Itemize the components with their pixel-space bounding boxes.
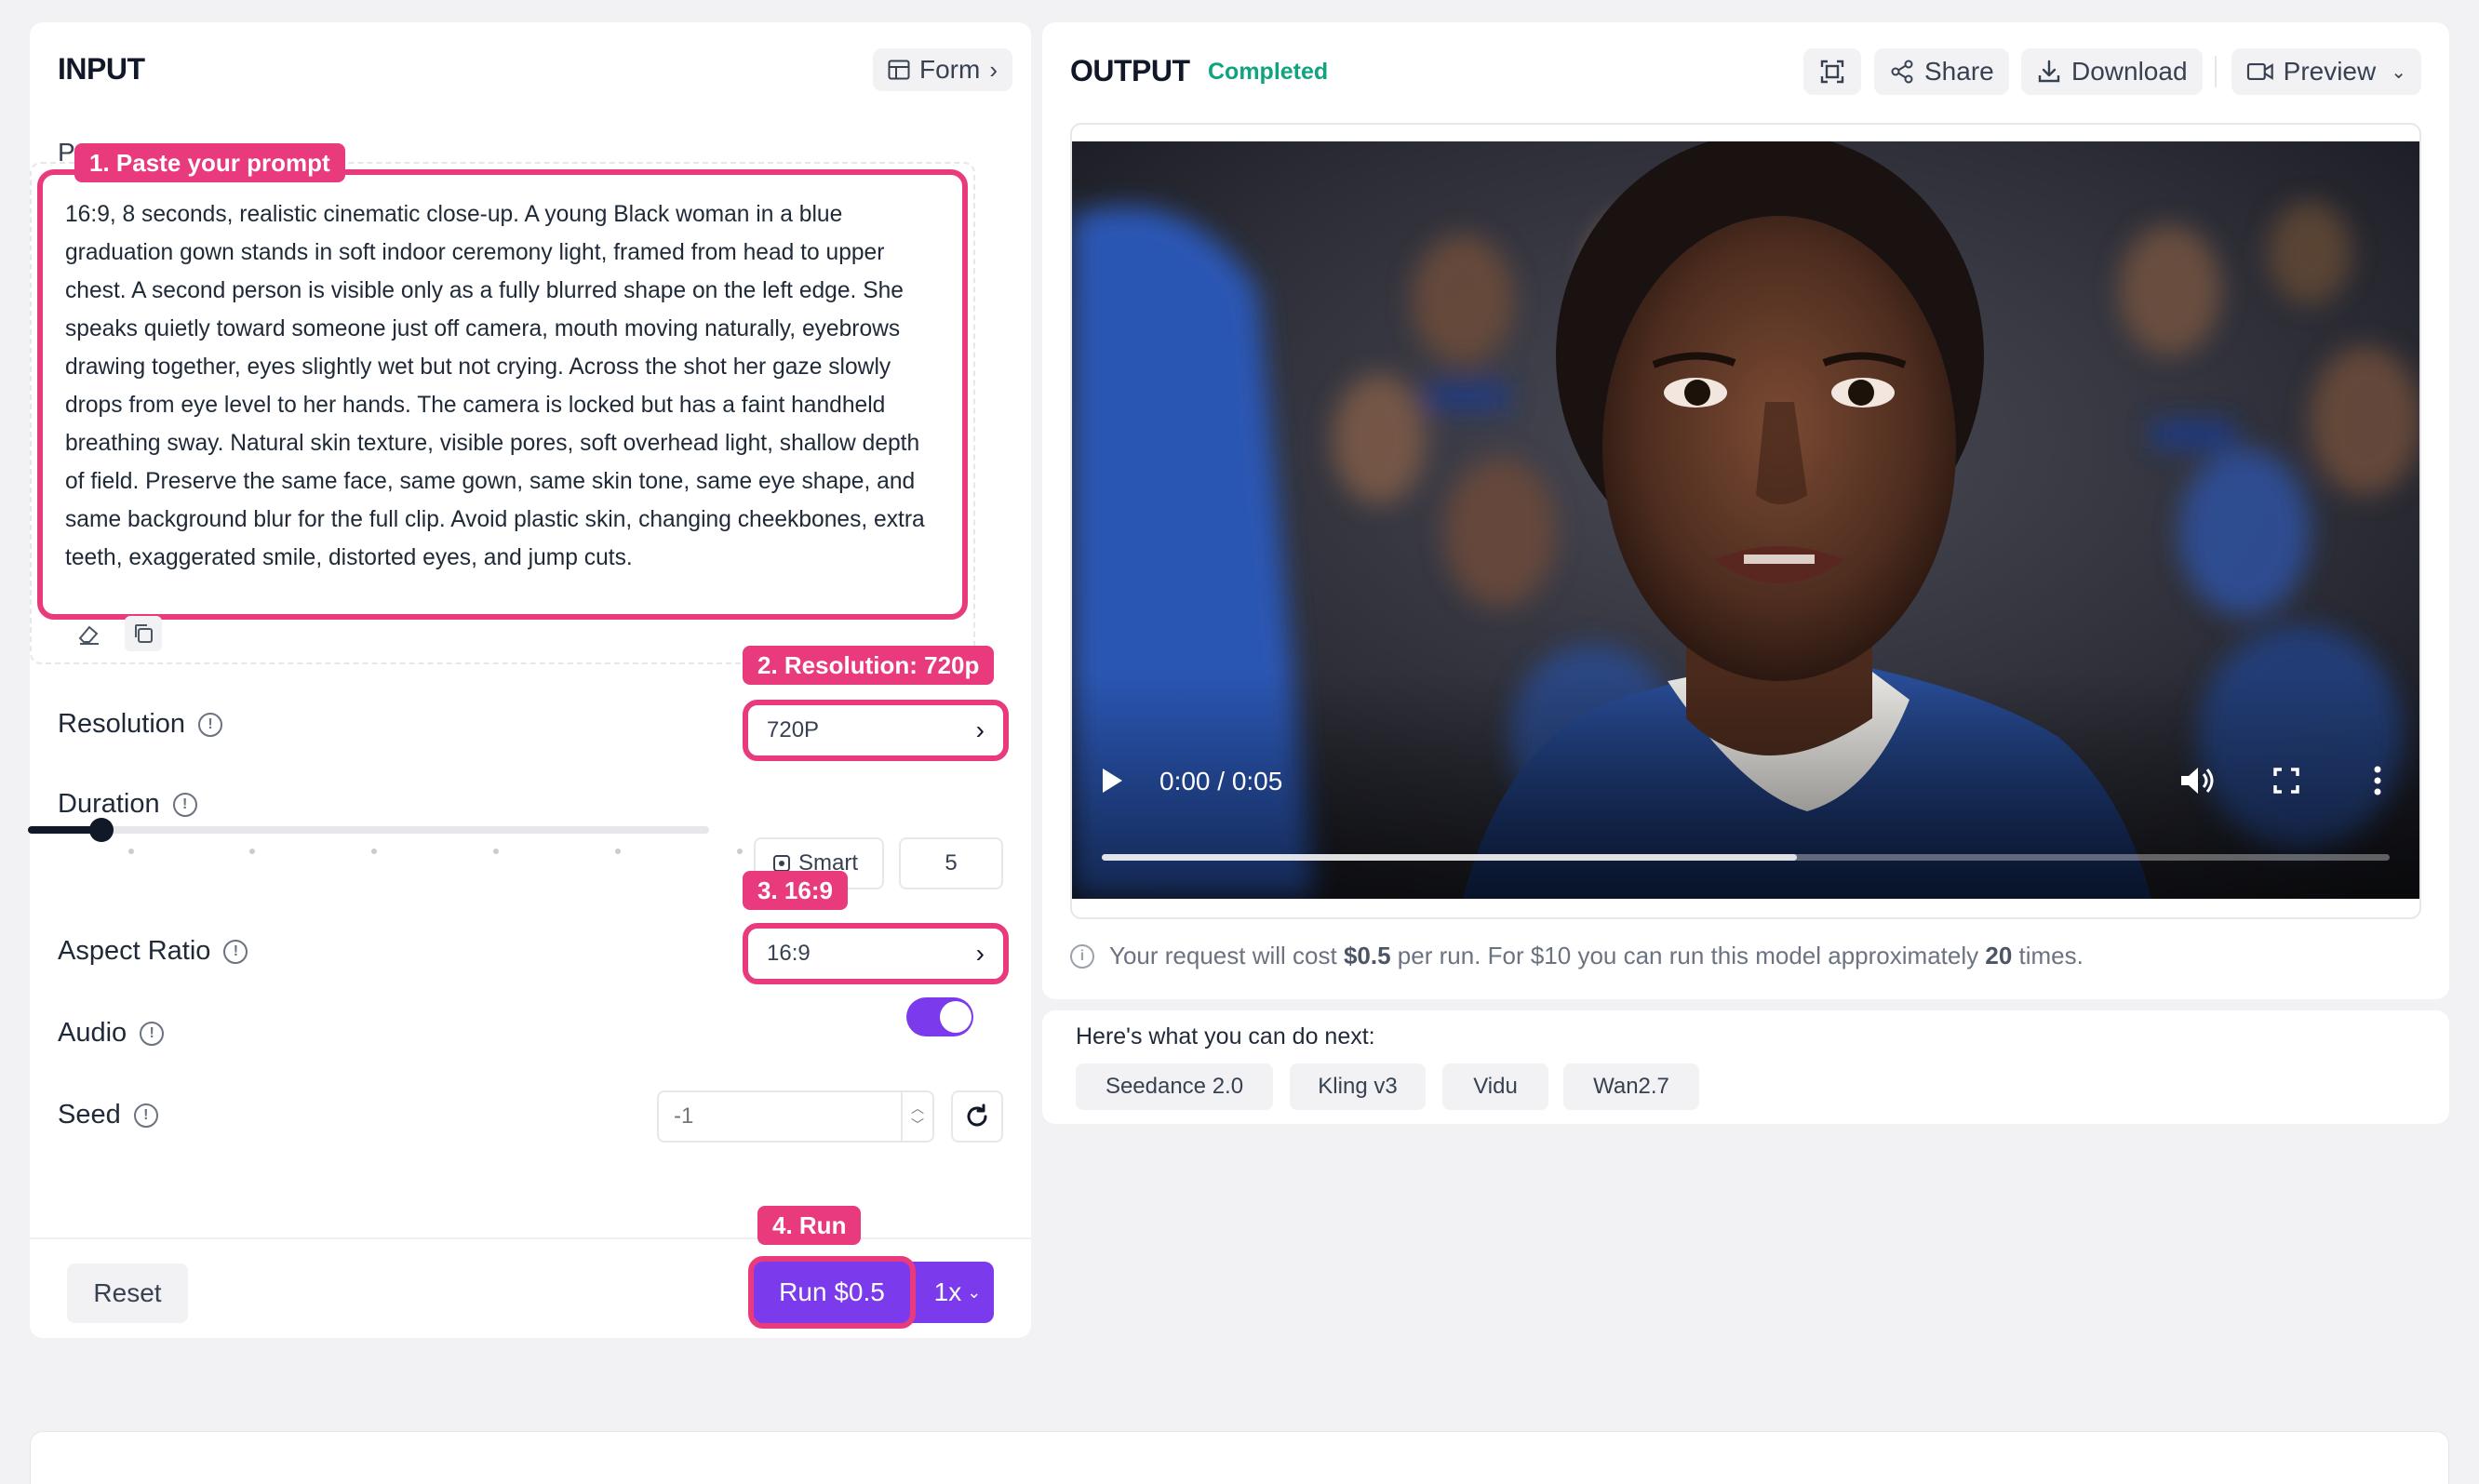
info-icon: ! <box>140 1021 165 1046</box>
duration-label: Duration ! <box>58 789 197 820</box>
info-icon: ! <box>172 792 197 817</box>
share-label: Share <box>1924 57 1994 86</box>
status-badge: Completed <box>1208 59 1329 85</box>
seed-stepper[interactable]: ︿ ﹀ <box>901 1090 934 1143</box>
toolbar-divider <box>2215 56 2217 87</box>
bottom-panel <box>30 1431 2449 1484</box>
refresh-icon <box>967 1103 987 1127</box>
multiplier-value: 1x <box>933 1277 962 1306</box>
info-icon: ! <box>133 1103 158 1128</box>
table-icon <box>888 60 910 80</box>
audio-label-text: Audio <box>58 1018 127 1048</box>
slider-tick <box>128 849 134 854</box>
form-view-label: Form <box>919 55 981 84</box>
video-progress-fill <box>1102 854 1797 861</box>
preview-dropdown[interactable]: Preview ⌄ <box>2231 48 2421 95</box>
chevron-down-icon: ⌄ <box>967 1282 982 1302</box>
download-button[interactable]: Download <box>2021 48 2203 95</box>
smart-icon <box>773 855 790 872</box>
output-title: OUTPUT <box>1070 54 1190 87</box>
suggestion-chip-kling[interactable]: Kling v3 <box>1290 1063 1426 1110</box>
chevron-down-icon: ⌄ <box>2391 61 2406 83</box>
annotation-step-1: 1. Paste your prompt <box>74 143 345 182</box>
seed-label-text: Seed <box>58 1100 121 1130</box>
cost-runs: 20 <box>1985 942 2013 969</box>
duration-label-text: Duration <box>58 789 160 819</box>
cost-info: i Your request will cost $0.5 per run. F… <box>1070 942 2084 970</box>
resolution-label-text: Resolution <box>58 709 186 739</box>
more-options-icon[interactable] <box>2373 765 2382 796</box>
download-label: Download <box>2071 57 2188 86</box>
random-seed-button[interactable] <box>951 1090 1003 1143</box>
slider-tick <box>371 849 377 854</box>
expand-icon <box>1820 60 1844 84</box>
prompt-text: 16:9, 8 seconds, realistic cinematic clo… <box>65 202 925 570</box>
duration-slider-handle[interactable] <box>89 818 114 842</box>
cost-mid: per run. For $10 you can run this model … <box>1397 942 1979 969</box>
info-icon: ! <box>223 939 248 964</box>
audio-toggle-knob <box>940 1001 972 1033</box>
duration-value: 5 <box>945 850 958 876</box>
volume-icon[interactable] <box>2179 765 2217 796</box>
slider-tick <box>737 849 743 854</box>
slider-tick <box>493 849 499 854</box>
info-icon: i <box>1070 943 1094 969</box>
share-icon <box>1891 60 1913 84</box>
chevron-right-icon: › <box>975 939 985 968</box>
aspect-ratio-label-text: Aspect Ratio <box>58 936 211 966</box>
next-steps-heading: Here's what you can do next: <box>1076 1023 1375 1049</box>
share-button[interactable]: Share <box>1874 48 2009 95</box>
cost-suffix: times. <box>2018 942 2084 969</box>
resolution-select[interactable]: 720P › <box>743 700 1009 761</box>
duration-input[interactable]: 5 <box>899 837 1003 889</box>
slider-tick <box>249 849 255 854</box>
prompt-textarea[interactable]: 16:9, 8 seconds, realistic cinematic clo… <box>37 169 968 620</box>
suggestion-chip-seedance[interactable]: Seedance 2.0 <box>1076 1063 1273 1110</box>
chevron-right-icon: › <box>989 55 998 84</box>
play-icon[interactable] <box>1100 767 1124 795</box>
reset-button[interactable]: Reset <box>67 1263 188 1323</box>
copy-icon[interactable] <box>125 616 162 651</box>
annotation-step-4: 4. Run <box>757 1206 862 1245</box>
suggestion-chip-vidu[interactable]: Vidu <box>1442 1063 1548 1110</box>
chevron-up-icon[interactable]: ︿ <box>911 1100 924 1116</box>
video-player[interactable]: 0:00 / 0:05 <box>1072 141 2419 899</box>
fullscreen-output-button[interactable] <box>1803 48 1861 95</box>
resolution-label: Resolution ! <box>58 709 223 740</box>
resolution-value: 720P <box>767 717 820 742</box>
seed-label: Seed ! <box>58 1100 158 1130</box>
aspect-ratio-label: Aspect Ratio ! <box>58 936 248 967</box>
form-view-button[interactable]: Form › <box>873 48 1012 91</box>
seed-input[interactable] <box>657 1090 903 1143</box>
aspect-ratio-value: 16:9 <box>767 941 811 966</box>
download-icon <box>2038 60 2060 83</box>
annotation-step-3: 3. 16:9 <box>743 871 848 910</box>
annotation-step-2: 2. Resolution: 720p <box>743 646 995 685</box>
cost-prefix: Your request will cost <box>1109 942 1337 969</box>
run-button[interactable]: Run $0.5 <box>748 1256 916 1329</box>
info-icon: ! <box>198 712 223 737</box>
duration-slider-track[interactable] <box>28 826 709 834</box>
video-time: 0:00 / 0:05 <box>1159 767 1283 795</box>
input-title: INPUT <box>58 52 145 86</box>
cost-value: $0.5 <box>1343 942 1391 969</box>
audio-label: Audio ! <box>58 1018 165 1049</box>
slider-tick <box>615 849 621 854</box>
suggestion-chip-wan[interactable]: Wan2.7 <box>1563 1063 1699 1110</box>
chevron-down-icon[interactable]: ﹀ <box>911 1116 924 1133</box>
aspect-ratio-select[interactable]: 16:9 › <box>743 923 1009 984</box>
eraser-icon[interactable] <box>71 618 108 649</box>
preview-label: Preview <box>2283 57 2377 86</box>
fullscreen-icon[interactable] <box>2272 767 2300 795</box>
video-camera-icon <box>2246 63 2273 80</box>
run-multiplier-dropdown[interactable]: 1x ⌄ <box>921 1262 994 1323</box>
chevron-right-icon: › <box>975 715 985 744</box>
